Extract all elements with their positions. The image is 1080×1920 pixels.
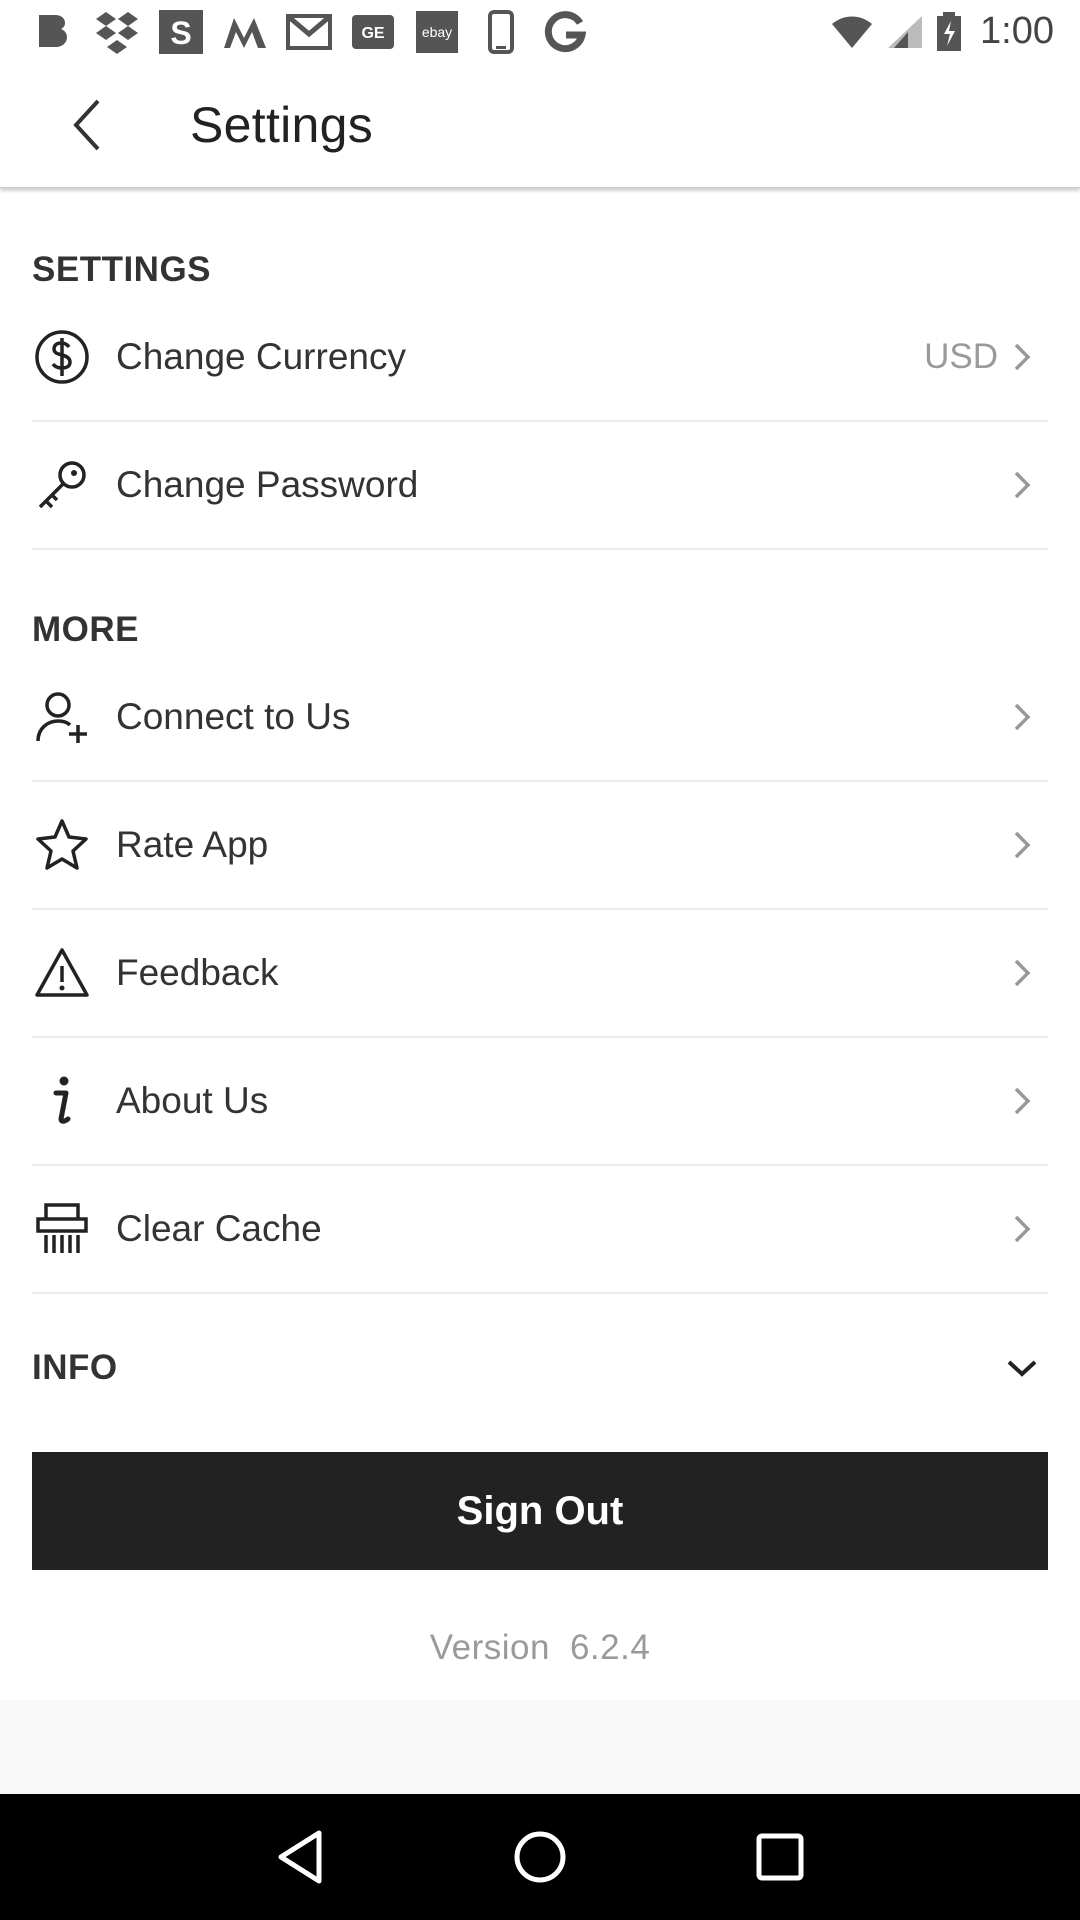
feedback-row[interactable]: Feedback bbox=[32, 910, 1048, 1038]
chevron-right-icon bbox=[1008, 1081, 1036, 1121]
battery-charging-icon bbox=[937, 11, 962, 51]
status-bar: S GE ebay 1:00 bbox=[0, 0, 1080, 63]
chevron-down-icon bbox=[1002, 1348, 1042, 1388]
chevron-right-icon bbox=[1008, 1209, 1036, 1249]
svg-text:S: S bbox=[170, 15, 191, 51]
dropbox-icon bbox=[94, 9, 140, 55]
feedback-label: Feedback bbox=[116, 952, 279, 993]
svg-text:GE: GE bbox=[361, 25, 384, 42]
bottom-spacer bbox=[0, 1700, 1080, 1794]
section-header-info: INFO bbox=[32, 1348, 118, 1387]
version-number: 6.2.4 bbox=[569, 1628, 651, 1667]
dollar-icon bbox=[34, 329, 90, 385]
about-us-row[interactable]: About Us bbox=[32, 1038, 1048, 1166]
chevron-right-icon bbox=[1008, 825, 1036, 865]
nav-back-button[interactable] bbox=[260, 1817, 340, 1897]
section-header-more: MORE bbox=[32, 610, 139, 649]
phone-icon bbox=[478, 9, 524, 55]
back-button[interactable] bbox=[38, 75, 138, 175]
nav-recents-button[interactable] bbox=[740, 1817, 820, 1897]
system-nav-bar bbox=[0, 1794, 1080, 1920]
nav-home-button[interactable] bbox=[500, 1817, 580, 1897]
star-icon bbox=[34, 817, 90, 873]
b-app-icon bbox=[30, 9, 76, 55]
about-us-label: About Us bbox=[116, 1080, 269, 1121]
notification-icons: S GE ebay bbox=[30, 0, 588, 63]
clear-cache-label: Clear Cache bbox=[116, 1208, 322, 1249]
info-icon bbox=[34, 1073, 90, 1129]
square-recents-icon bbox=[756, 1833, 804, 1881]
section-header-settings: SETTINGS bbox=[32, 250, 212, 289]
ge-app-icon: GE bbox=[350, 9, 396, 55]
circle-home-icon bbox=[514, 1831, 566, 1883]
system-indicators: 1:00 bbox=[830, 10, 1054, 53]
s-app-icon: S bbox=[158, 9, 204, 55]
triangle-back-icon bbox=[278, 1830, 322, 1884]
currency-value: USD bbox=[924, 337, 998, 376]
g-app-icon bbox=[542, 9, 588, 55]
connect-to-us-label: Connect to Us bbox=[116, 696, 351, 737]
chevron-right-icon bbox=[1008, 337, 1036, 377]
change-password-row[interactable]: Change Password bbox=[32, 422, 1048, 550]
gmail-icon bbox=[286, 9, 332, 55]
wifi-icon bbox=[832, 16, 873, 48]
shredder-icon bbox=[34, 1201, 90, 1257]
page-title: Settings bbox=[190, 97, 374, 153]
warning-icon bbox=[34, 945, 90, 1001]
chevron-right-icon bbox=[1008, 465, 1036, 505]
svg-text:ebay: ebay bbox=[422, 24, 452, 40]
m-app-icon bbox=[222, 9, 268, 55]
settings-content: SETTINGS Change Currency USD Change Pass… bbox=[0, 188, 1080, 1700]
chevron-right-icon bbox=[1008, 953, 1036, 993]
change-currency-label: Change Currency bbox=[116, 336, 406, 377]
app-bar: Settings bbox=[0, 63, 1080, 188]
info-expander[interactable]: INFO bbox=[32, 1318, 1048, 1418]
version-label: Version bbox=[429, 1628, 550, 1667]
chevron-left-icon bbox=[73, 99, 100, 151]
ebay-icon: ebay bbox=[414, 9, 460, 55]
change-password-label: Change Password bbox=[116, 464, 419, 505]
app-version: Version 6.2.4 bbox=[0, 1628, 1080, 1668]
clear-cache-row[interactable]: Clear Cache bbox=[32, 1166, 1048, 1294]
change-currency-row[interactable]: Change Currency USD bbox=[32, 294, 1048, 422]
signal-icon bbox=[888, 15, 923, 48]
rate-app-row[interactable]: Rate App bbox=[32, 782, 1048, 910]
chevron-right-icon bbox=[1008, 697, 1036, 737]
add-user-icon bbox=[34, 689, 90, 745]
clock: 1:00 bbox=[980, 10, 1054, 52]
rate-app-label: Rate App bbox=[116, 824, 269, 865]
sign-out-button[interactable]: Sign Out bbox=[32, 1452, 1048, 1570]
key-icon bbox=[34, 457, 90, 513]
connect-to-us-row[interactable]: Connect to Us bbox=[32, 654, 1048, 782]
